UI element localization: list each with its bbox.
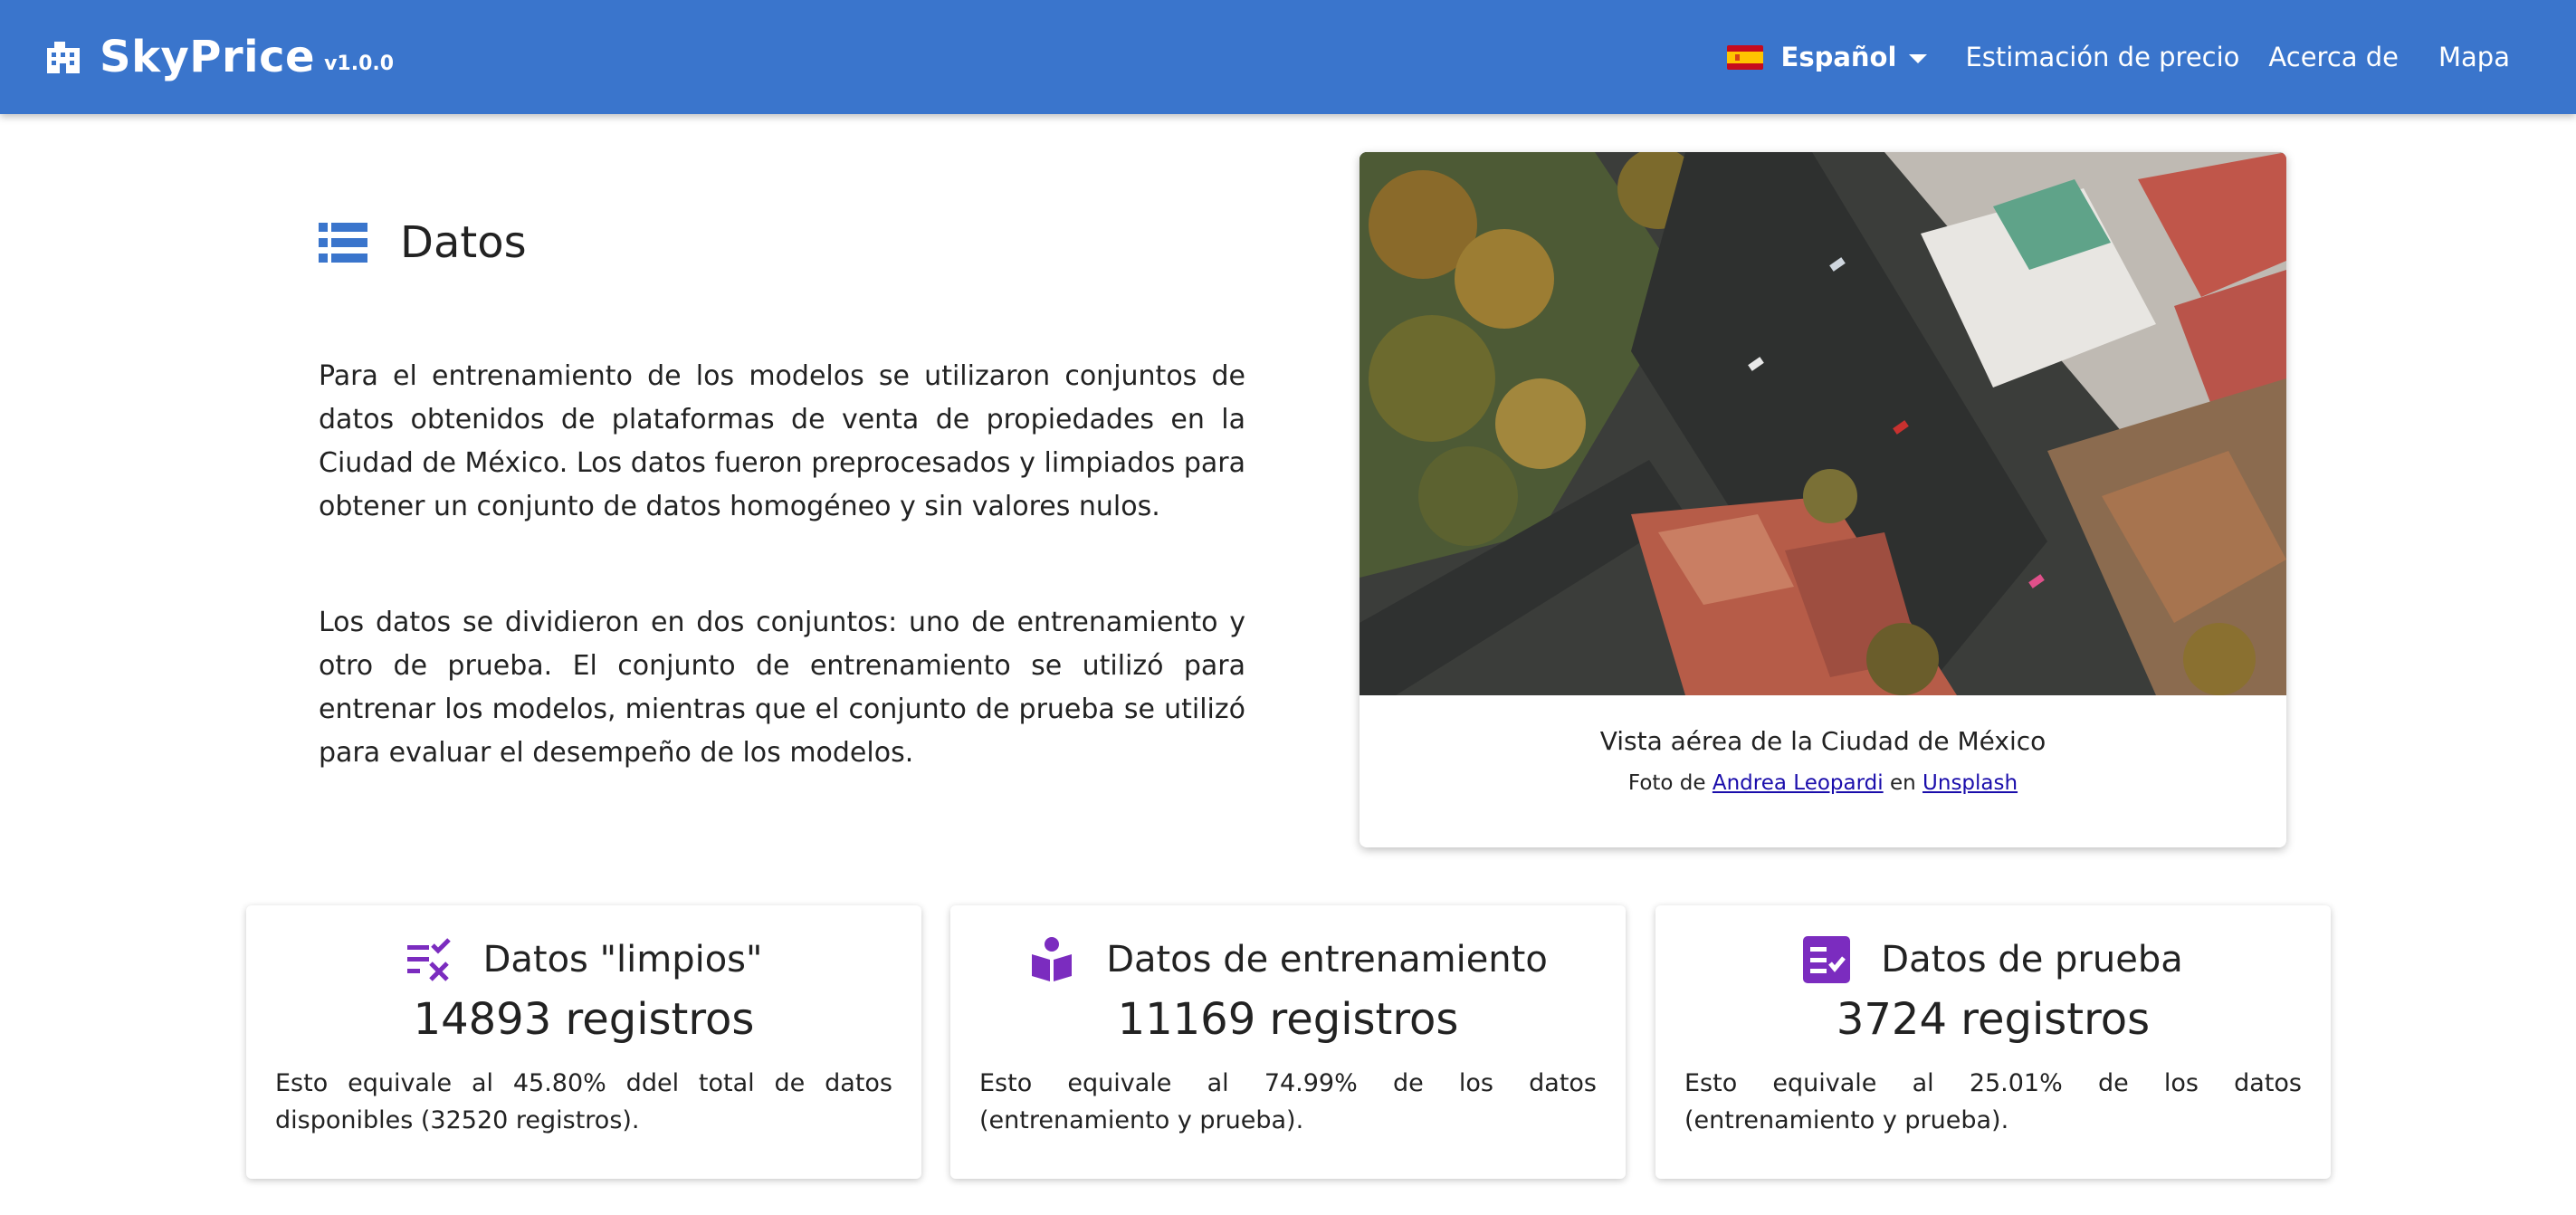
section-title: Datos — [400, 217, 527, 268]
photo-caption: Vista aérea de la Ciudad de México — [1599, 726, 2046, 756]
brand[interactable]: SkyPrice v1.0.0 — [45, 0, 394, 114]
stat-title: Datos de prueba — [1881, 939, 2183, 981]
stat-value: 3724 registros — [1836, 994, 2151, 1045]
building-icon — [47, 42, 80, 73]
stat-card-test: Datos de prueba 3724 registros Esto equi… — [1655, 905, 2331, 1179]
stat-title: Datos "limpios" — [482, 939, 763, 981]
language-dropdown[interactable]: Español — [1726, 42, 1928, 72]
clear-list-icon — [406, 938, 451, 981]
language-label: Español — [1780, 42, 1897, 72]
checklist-icon — [1803, 936, 1851, 983]
aerial-city-photo — [1360, 152, 2286, 695]
book-reader-icon — [1032, 937, 1073, 981]
split-paragraph: Los datos se dividieron en dos conjuntos… — [319, 607, 1245, 769]
list-icon — [319, 223, 367, 263]
stat-card-training: Datos de entrenamiento 11169 registros E… — [950, 905, 1626, 1179]
chevron-down-icon — [1909, 53, 1928, 63]
stat-card-clean: Datos "limpios" 14893 registros Esto equ… — [246, 905, 921, 1179]
photo-credit: Foto de Andrea Leopardi en Unsplash — [1360, 771, 2286, 795]
nav-link-estimacion[interactable]: Estimación de precio — [1965, 42, 2239, 72]
stat-description: Esto equivale al 25.01% de los datos (en… — [1684, 1069, 2302, 1134]
stat-header: Datos de entrenamiento — [950, 936, 1626, 983]
brand-name: SkyPrice — [100, 32, 316, 82]
photo-card: Vista aérea de la Ciudad de México Foto … — [1360, 152, 2286, 847]
nav-links: Español Estimación de precio Acerca de M… — [1726, 0, 2510, 114]
credit-middle: en — [1889, 771, 1916, 795]
stat-title: Datos de entrenamiento — [1106, 939, 1548, 981]
brand-version: v1.0.0 — [324, 52, 395, 75]
intro-paragraph: Para el entrenamiento de los modelos se … — [319, 360, 1245, 522]
nav-link-mapa[interactable]: Mapa — [2438, 42, 2510, 72]
stat-value: 11169 registros — [1117, 994, 1459, 1045]
unsplash-link[interactable]: Unsplash — [1922, 771, 2018, 795]
stat-description: Esto equivale al 74.99% de los datos (en… — [979, 1069, 1597, 1134]
top-navbar: SkyPrice v1.0.0 Español Estimación de pr… — [0, 0, 2576, 114]
nav-link-acerca[interactable]: Acerca de — [2268, 42, 2399, 72]
stat-value: 14893 registros — [413, 994, 755, 1045]
section-header: Datos — [319, 217, 527, 268]
stat-header: Datos "limpios" — [246, 936, 921, 983]
author-link[interactable]: Andrea Leopardi — [1713, 771, 1884, 795]
stat-header: Datos de prueba — [1655, 936, 2331, 983]
stat-description: Esto equivale al 45.80% ddel total de da… — [275, 1069, 892, 1134]
spain-flag-icon — [1726, 44, 1763, 70]
credit-prefix: Foto de — [1627, 771, 1706, 795]
